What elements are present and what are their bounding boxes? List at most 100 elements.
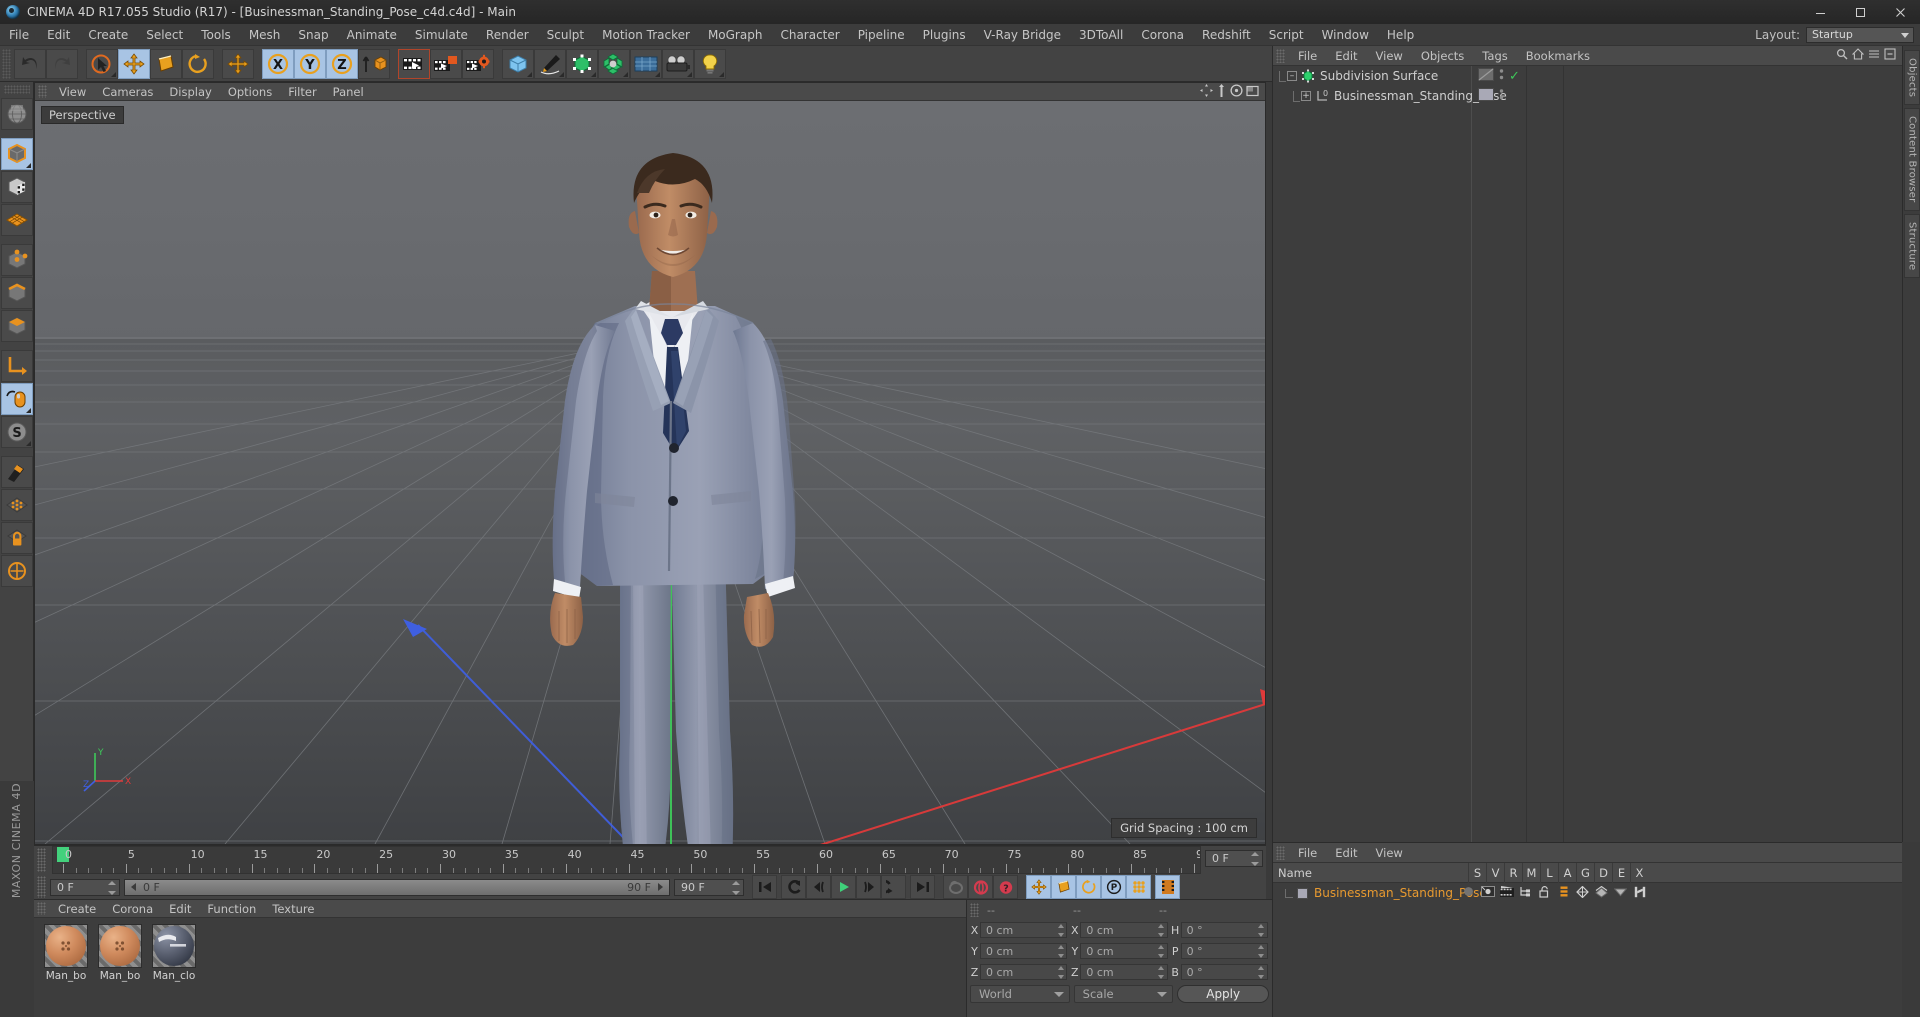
rotate-button[interactable] <box>182 48 214 79</box>
column-header-a[interactable]: A <box>1558 862 1576 883</box>
column-header-g[interactable]: G <box>1576 862 1594 883</box>
tab-objects[interactable]: Objects <box>1903 50 1920 106</box>
keyframe-selection-button[interactable]: ? <box>993 875 1018 899</box>
layout-dropdown[interactable]: Startup <box>1806 26 1914 43</box>
viewport-menu-display[interactable]: Display <box>161 83 219 101</box>
apply-button[interactable]: Apply <box>1177 985 1270 1003</box>
tab-content-browser[interactable]: Content Browser <box>1903 108 1920 211</box>
previous-frame-button[interactable] <box>806 875 831 899</box>
layer-icon[interactable] <box>1554 886 1573 901</box>
menu-simulate[interactable]: Simulate <box>406 24 477 46</box>
object-manager-tree[interactable]: – Subdivision Surface ✓ + 0 Businessman_… <box>1273 66 1902 842</box>
close-button[interactable] <box>1880 0 1920 24</box>
add-deformer-button[interactable] <box>598 48 630 79</box>
viewport-menu-options[interactable]: Options <box>220 83 280 101</box>
maximize-view-icon[interactable] <box>1246 84 1259 100</box>
search-icon[interactable] <box>1836 48 1848 63</box>
rotation-p-field[interactable]: 0 ° <box>1180 943 1268 959</box>
rotate-view-icon[interactable] <box>1230 83 1243 100</box>
expander-collapse-icon[interactable]: – <box>1287 71 1297 81</box>
soft-selection-button[interactable]: S <box>0 416 33 448</box>
spinner-icon[interactable] <box>108 880 116 895</box>
object-row-businessman[interactable]: + 0 Businessman_Standing_Pose <box>1273 86 1902 106</box>
add-environment-button[interactable] <box>630 48 662 79</box>
menu-pipeline[interactable]: Pipeline <box>849 24 914 46</box>
render-settings-button[interactable] <box>462 48 494 79</box>
move-button[interactable] <box>118 48 150 79</box>
maximize-button[interactable] <box>1840 0 1880 24</box>
structure-menu-edit[interactable]: Edit <box>1326 843 1366 863</box>
render-to-picture-viewer-button[interactable] <box>430 48 462 79</box>
tab-structure[interactable]: Structure <box>1903 213 1920 278</box>
coordinates-grip[interactable] <box>970 903 979 917</box>
add-generator-button[interactable] <box>566 48 598 79</box>
spinner-icon[interactable] <box>1057 924 1064 937</box>
pan-view-icon[interactable] <box>1200 83 1213 100</box>
add-cube-button[interactable] <box>502 48 534 79</box>
timeline-ruler[interactable]: 0 5 10 15 20 25 30 35 40 45 50 55 60 65 70 75 80 85 90 <box>52 846 1201 874</box>
scale-key-button[interactable] <box>1051 875 1076 899</box>
viewport-3d[interactable]: Perspective Y X Z Grid Spacing: 100 cm <box>35 101 1265 844</box>
viewport-menu-filter[interactable]: Filter <box>280 83 324 101</box>
material-manager-grip[interactable] <box>37 902 46 915</box>
display-icon[interactable] <box>1611 886 1630 900</box>
object-menu-file[interactable]: File <box>1289 46 1326 66</box>
spinner-icon[interactable] <box>1158 924 1165 937</box>
zoom-view-icon[interactable] <box>1216 83 1227 100</box>
menu-sculpt[interactable]: Sculpt <box>538 24 593 46</box>
column-header-s[interactable]: S <box>1468 862 1486 883</box>
edges-mode-button[interactable] <box>0 277 33 309</box>
object-menu-bookmarks[interactable]: Bookmarks <box>1517 46 1599 66</box>
minimize-button[interactable] <box>1800 0 1840 24</box>
coordinate-mode-dropdown[interactable]: Scale <box>1073 985 1174 1003</box>
play-loop-button[interactable] <box>881 875 906 899</box>
points-mode-button[interactable] <box>0 244 33 276</box>
position-key-button[interactable] <box>1026 875 1051 899</box>
structure-menu-view[interactable]: View <box>1367 843 1412 863</box>
material-menu-function[interactable]: Function <box>199 900 264 918</box>
menu-help[interactable]: Help <box>1378 24 1423 46</box>
lock-selection-button[interactable] <box>0 522 33 554</box>
spinner-icon[interactable] <box>1057 945 1064 958</box>
column-header-l[interactable]: L <box>1540 862 1558 883</box>
rotation-key-button[interactable] <box>1076 875 1101 899</box>
go-to-start-button[interactable] <box>752 875 777 899</box>
menu-3dtoall[interactable]: 3DToAll <box>1070 24 1132 46</box>
material-item[interactable]: Man_bo <box>42 924 90 1012</box>
quantize-button[interactable] <box>0 489 33 521</box>
point-level-animation-button[interactable] <box>1126 875 1151 899</box>
timeline-grip[interactable] <box>37 848 46 872</box>
viewport-menu-grip[interactable] <box>38 85 47 98</box>
timeline-mode-button[interactable] <box>1155 875 1180 899</box>
left-toolbar-grip[interactable] <box>3 85 30 94</box>
menu-snap[interactable]: Snap <box>289 24 337 46</box>
toolbar-grip[interactable] <box>2 48 11 79</box>
menu-file[interactable]: File <box>0 24 38 46</box>
spinner-icon[interactable] <box>1258 945 1265 958</box>
viewport-menu-panel[interactable]: Panel <box>325 83 372 101</box>
collapse-icon[interactable] <box>1884 48 1896 63</box>
lock-x-button[interactable]: X <box>262 48 294 79</box>
autokeying-button[interactable] <box>968 875 993 899</box>
parameter-key-button[interactable]: P <box>1101 875 1126 899</box>
render-icon[interactable] <box>1497 886 1516 900</box>
render-region-button[interactable] <box>0 98 33 130</box>
column-header-d[interactable]: D <box>1594 862 1612 883</box>
spinner-icon[interactable] <box>1057 966 1064 979</box>
render-view-button[interactable] <box>398 48 430 79</box>
timeline-preview-field[interactable]: 0 F <box>1205 850 1263 867</box>
live-selection-button[interactable] <box>86 48 118 79</box>
column-header-e[interactable]: E <box>1612 862 1630 883</box>
add-camera-button[interactable] <box>662 48 694 79</box>
dot-icon[interactable] <box>1459 886 1478 900</box>
size-z-field[interactable]: 0 cm <box>1080 964 1168 980</box>
structure-row-businessman[interactable]: Businessman_Standing_Pose <box>1273 883 1902 903</box>
viewport-menu-cameras[interactable]: Cameras <box>94 83 161 101</box>
rotation-b-field[interactable]: 0 ° <box>1180 964 1268 980</box>
workplane-button[interactable] <box>0 204 33 236</box>
polygons-mode-button[interactable] <box>0 310 33 342</box>
object-manager-grip[interactable] <box>1276 48 1285 63</box>
material-menu-corona[interactable]: Corona <box>104 900 161 918</box>
magnet-button[interactable] <box>0 456 33 488</box>
lock-y-button[interactable]: Y <box>294 48 326 79</box>
